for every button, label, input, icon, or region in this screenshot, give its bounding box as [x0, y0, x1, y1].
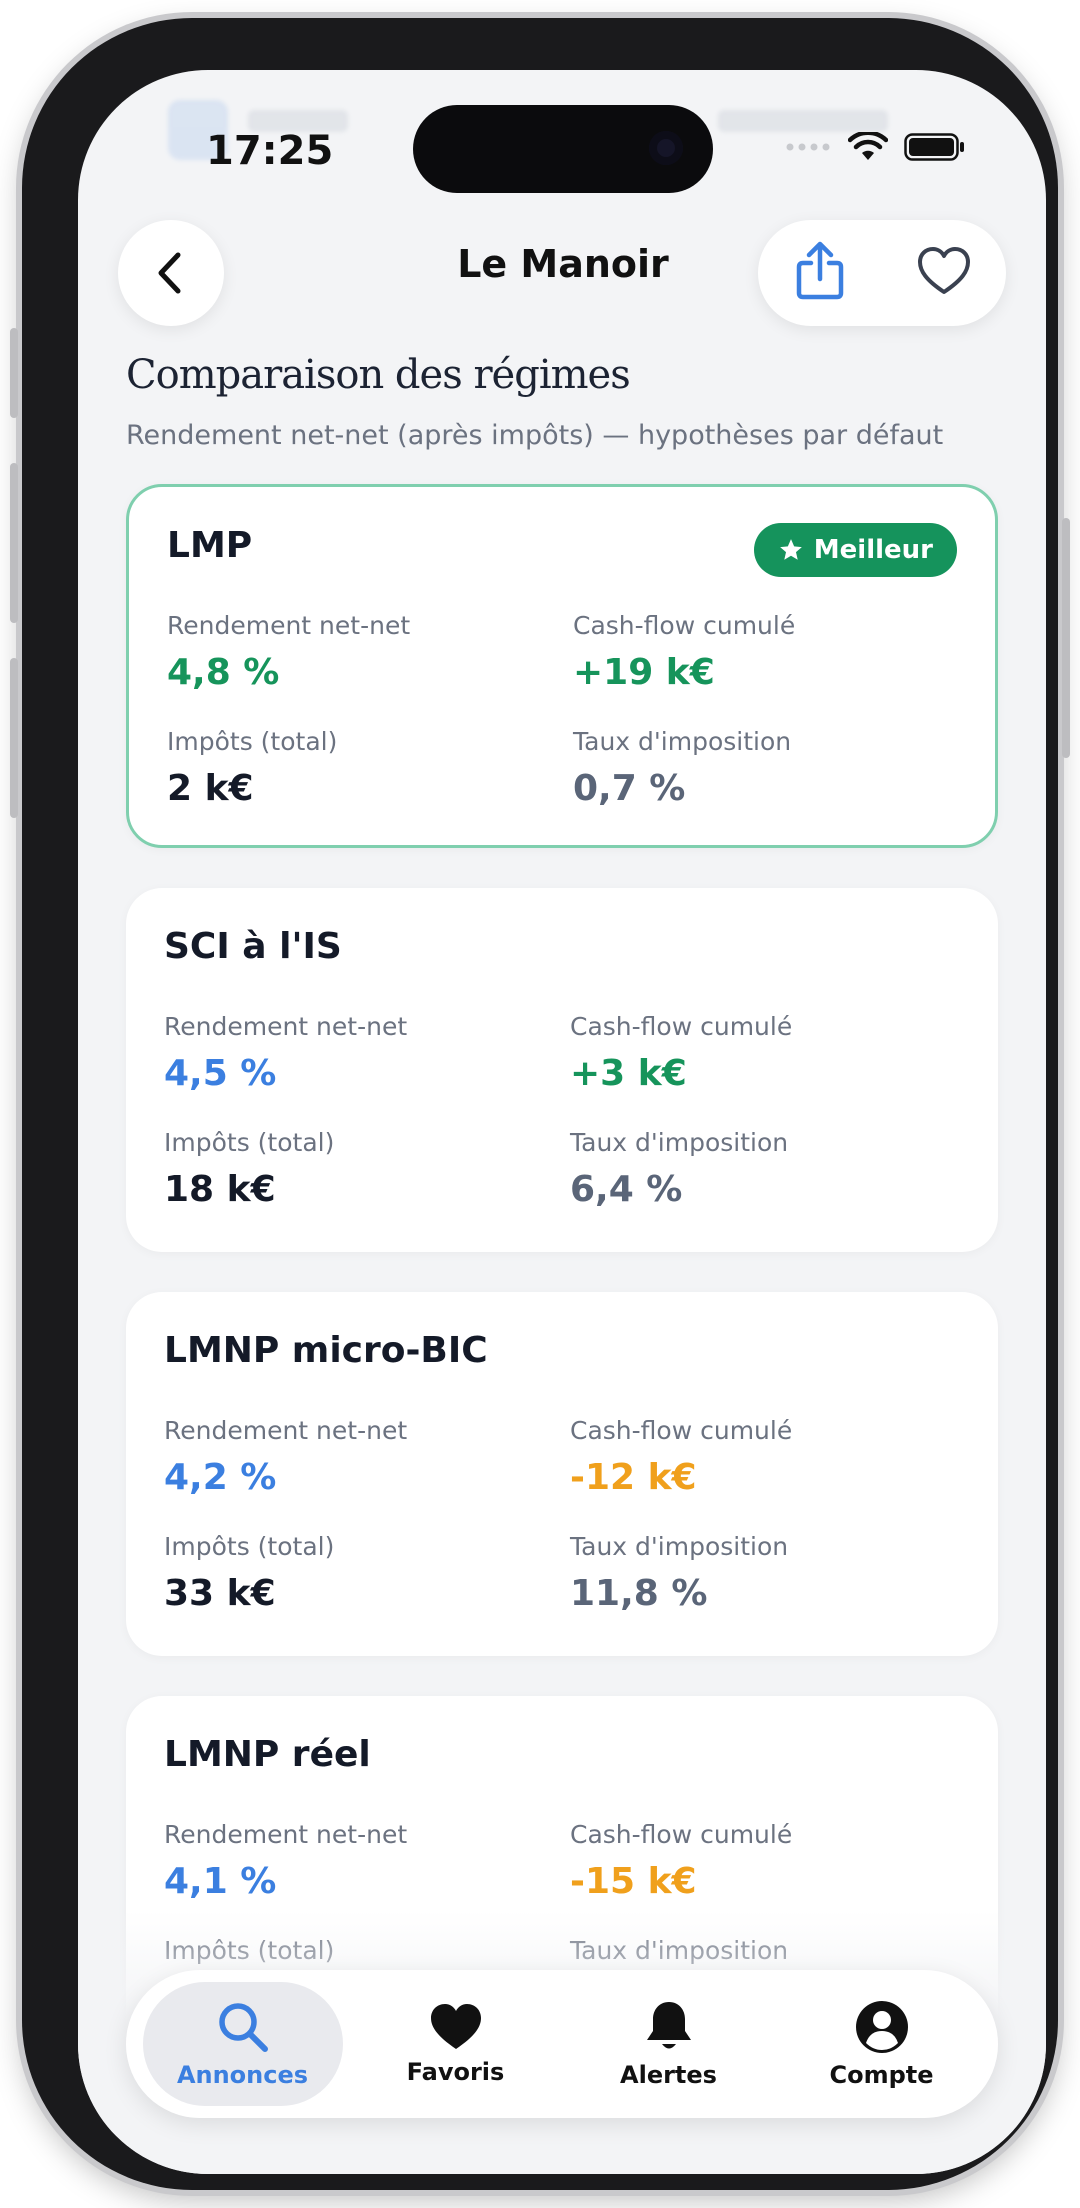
volume-up-button [10, 463, 18, 623]
metric-value: +19 k€ [573, 652, 715, 693]
metric-taxes: Impôts (total) 18 k€ [164, 1128, 334, 1210]
status-icons [786, 132, 966, 162]
page-title: Le Manoir [457, 242, 669, 286]
nav-actions [758, 220, 1006, 326]
metric-value: 0,7 % [573, 768, 686, 809]
favorite-button[interactable] [916, 246, 972, 300]
metric-value: 6,4 % [570, 1169, 683, 1210]
metric-value: 4,5 % [164, 1053, 277, 1094]
back-button[interactable] [118, 220, 224, 326]
metric-cashflow: Cash-flow cumulé -15 k€ [570, 1820, 792, 1902]
metric-label: Impôts (total) [164, 1128, 335, 1157]
metric-taxes: Impôts (total) 33 k€ [164, 1532, 334, 1614]
card-title: LMP [167, 525, 253, 566]
metric-label: Cash-flow cumulé [570, 1820, 793, 1849]
metric-tax-rate: Taux d'imposition 6,4 % [570, 1128, 788, 1210]
battery-icon [904, 133, 964, 161]
tab-label: Alertes [620, 2061, 717, 2089]
metric-cashflow: Cash-flow cumulé -12 k€ [570, 1416, 792, 1498]
metric-label: Cash-flow cumulé [570, 1416, 793, 1445]
dynamic-island [413, 105, 713, 193]
metric-label: Rendement net-net [167, 611, 411, 640]
tab-compte[interactable]: Compte [782, 1982, 982, 2106]
share-button[interactable] [793, 241, 847, 305]
badge-label: Meilleur [813, 535, 933, 565]
metric-label: Impôts (total) [164, 1532, 335, 1561]
power-button [1062, 518, 1070, 758]
tab-annonces[interactable]: Annonces [142, 1982, 343, 2106]
account-icon [855, 2001, 908, 2053]
metric-taxes: Impôts (total) 2 k€ [167, 727, 337, 809]
regime-card-sci-is[interactable]: SCI à l'IS Rendement net-net 4,5 % Cash-… [126, 888, 998, 1252]
metric-cashflow: Cash-flow cumulé +3 k€ [570, 1012, 792, 1094]
tab-alertes[interactable]: Alertes [569, 1982, 769, 2106]
metric-value: 18 k€ [164, 1169, 276, 1210]
metric-yield: Rendement net-net 4,1 % [164, 1820, 407, 1902]
card-title: SCI à l'IS [164, 926, 342, 967]
metric-label: Cash-flow cumulé [573, 611, 796, 640]
wifi-icon [848, 132, 888, 160]
metric-label: Impôts (total) [167, 727, 338, 756]
heart-filled-icon [430, 2004, 481, 2049]
metric-yield: Rendement net-net 4,5 % [164, 1012, 407, 1094]
metric-value: -15 k€ [570, 1861, 697, 1902]
screen: 17:25 Le Manoir Comparaison des régimes … [78, 70, 1046, 2174]
metric-yield: Rendement net-net 4,2 % [164, 1416, 407, 1498]
tab-label: Favoris [406, 2058, 505, 2086]
tab-favoris[interactable]: Favoris [356, 1982, 556, 2106]
metric-value: -12 k€ [570, 1457, 697, 1498]
metric-label: Rendement net-net [164, 1012, 408, 1041]
metric-value: +3 k€ [570, 1053, 687, 1094]
status-time: 17:25 [206, 128, 334, 174]
signal-icon [786, 143, 830, 151]
section-title: Comparaison des régimes [126, 352, 631, 398]
bell-icon [646, 2002, 691, 2049]
best-badge: Meilleur [753, 523, 957, 577]
card-title: LMNP micro-BIC [164, 1330, 488, 1371]
tab-label: Compte [829, 2061, 934, 2089]
metric-value: 4,8 % [167, 652, 280, 693]
metric-value: 11,8 % [570, 1573, 708, 1614]
section-subtitle: Rendement net-net (après impôts) — hypot… [126, 420, 944, 451]
metric-label: Rendement net-net [164, 1416, 408, 1445]
regime-card-lmnp-micro-bic[interactable]: LMNP micro-BIC Rendement net-net 4,2 % C… [126, 1292, 998, 1656]
metric-value: 2 k€ [167, 768, 254, 809]
tab-label: Annonces [176, 2061, 309, 2089]
silent-switch [10, 328, 18, 418]
metric-tax-rate: Taux d'imposition 0,7 % [573, 727, 791, 809]
metric-label: Taux d'imposition [573, 727, 792, 756]
metric-label: Taux d'imposition [570, 1532, 789, 1561]
regime-card-lmp[interactable]: LMP Meilleur Rendement net-net 4,8 % Cas… [126, 484, 998, 848]
star-icon [779, 539, 802, 560]
metric-value: 4,2 % [164, 1457, 277, 1498]
heart-outline-icon [917, 247, 970, 294]
metric-value: 4,1 % [164, 1861, 277, 1902]
search-icon [218, 2003, 268, 2052]
metric-yield: Rendement net-net 4,8 % [167, 611, 410, 693]
tab-bar: Annonces Favoris Alertes Compte [126, 1970, 998, 2118]
metric-label: Taux d'imposition [570, 1128, 789, 1157]
metric-tax-rate: Taux d'imposition 11,8 % [570, 1532, 788, 1614]
metric-label: Rendement net-net [164, 1820, 408, 1849]
chevron-left-icon [158, 252, 181, 294]
share-icon [796, 241, 843, 300]
phone-frame: 17:25 Le Manoir Comparaison des régimes … [10, 18, 1070, 2190]
metric-cashflow: Cash-flow cumulé +19 k€ [573, 611, 795, 693]
metric-value: 33 k€ [164, 1573, 276, 1614]
volume-down-button [10, 658, 18, 818]
card-title: LMNP réel [164, 1734, 371, 1775]
metric-label: Cash-flow cumulé [570, 1012, 793, 1041]
